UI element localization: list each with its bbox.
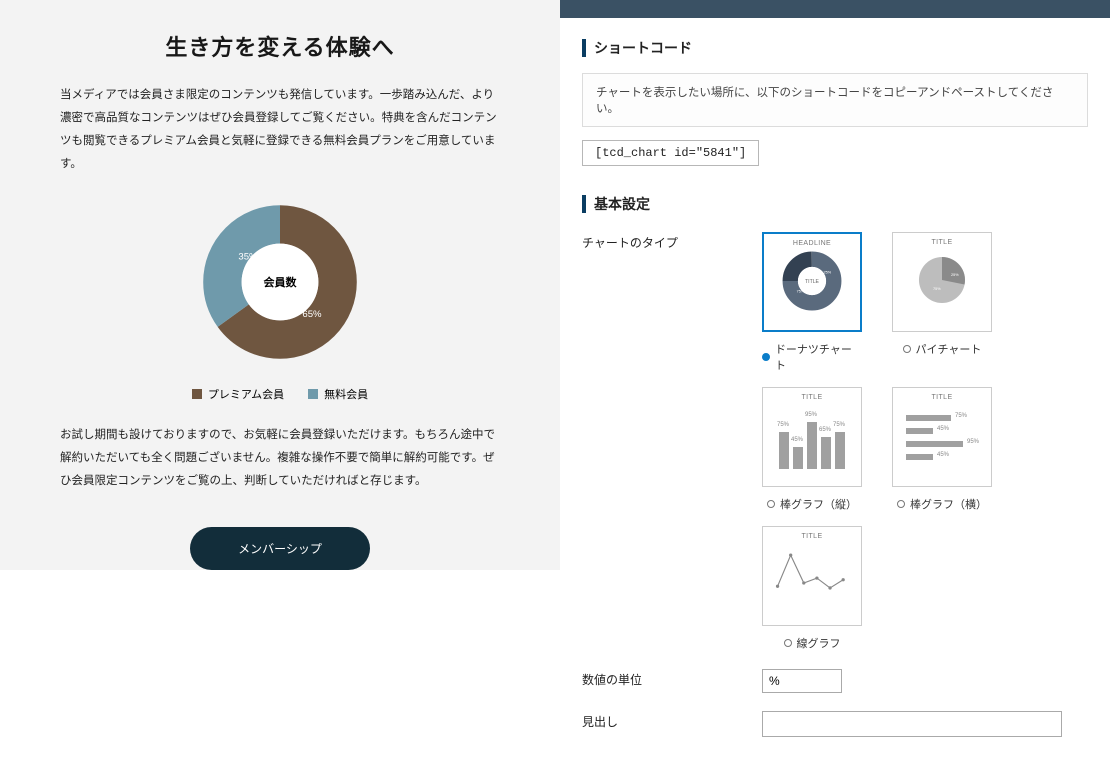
donut-chart: 65% 35% 会員数 プレミアム会員 無料会員 bbox=[60, 202, 500, 402]
legend-label: プレミアム会員 bbox=[208, 386, 284, 402]
chart-type-thumbnail[interactable]: HEADLINETITLE25%75% bbox=[762, 232, 862, 332]
unit-input[interactable] bbox=[762, 669, 842, 693]
unit-label: 数値の単位 bbox=[582, 669, 762, 693]
svg-text:25%: 25% bbox=[824, 270, 832, 274]
shortcode-value[interactable]: [tcd_chart id="5841"] bbox=[582, 140, 759, 166]
chart-legend: プレミアム会員 無料会員 bbox=[192, 386, 368, 402]
chart-type-label: チャートのタイプ bbox=[582, 232, 762, 651]
section-basic-title: 基本設定 bbox=[582, 194, 1088, 214]
chart-type-radio[interactable]: 線グラフ bbox=[784, 635, 841, 651]
intro-text-2: お試し期間も設けておりますので、お気軽に会員登録いただけます。もちろん途中で解約… bbox=[60, 424, 500, 493]
chart-type-thumbnail[interactable]: TITLE25%75% bbox=[892, 232, 992, 332]
heading-input[interactable] bbox=[762, 711, 1062, 737]
intro-text-1: 当メディアでは会員さま限定のコンテンツも発信しています。一歩踏み込んだ、より濃密… bbox=[60, 84, 500, 176]
chart-type-thumbnail[interactable]: TITLE75%45%95%45% bbox=[892, 387, 992, 487]
chart-type-thumbnail[interactable]: TITLE75%45%95%65%75% bbox=[762, 387, 862, 487]
chart-type-radio[interactable]: ドーナツチャート bbox=[762, 341, 862, 373]
shortcode-instructions: チャートを表示したい場所に、以下のショートコードをコピーアンドペーストしてくださ… bbox=[582, 73, 1088, 127]
chart-type-option[interactable]: TITLE75%45%95%45% 棒グラフ（横） bbox=[892, 387, 992, 512]
chart-type-picker: HEADLINETITLE25%75%ドーナツチャートTITLE25%75%パイ… bbox=[762, 232, 1088, 651]
legend-label: 無料会員 bbox=[324, 386, 368, 402]
legend-swatch bbox=[192, 389, 202, 399]
preview-panel: 生き方を変える体験へ 当メディアでは会員さま限定のコンテンツも発信しています。一… bbox=[0, 0, 560, 570]
svg-text:25%: 25% bbox=[951, 273, 959, 277]
chart-type-radio[interactable]: パイチャート bbox=[903, 341, 982, 357]
svg-text:75%: 75% bbox=[933, 287, 941, 291]
settings-panel: ショートコード チャートを表示したい場所に、以下のショートコードをコピーアンドペ… bbox=[560, 0, 1110, 570]
legend-item: プレミアム会員 bbox=[192, 386, 284, 402]
chart-type-option[interactable]: HEADLINETITLE25%75%ドーナツチャート bbox=[762, 232, 862, 373]
section-shortcode-title: ショートコード bbox=[582, 38, 1088, 58]
chart-type-option[interactable]: TITLE25%75%パイチャート bbox=[892, 232, 992, 373]
heading-label: 見出し bbox=[582, 711, 762, 737]
legend-swatch bbox=[308, 389, 318, 399]
chart-type-thumbnail[interactable]: TITLE bbox=[762, 526, 862, 626]
donut-center-label: 会員数 bbox=[200, 202, 360, 362]
legend-item: 無料会員 bbox=[308, 386, 368, 402]
chart-type-option[interactable]: TITLE 線グラフ bbox=[762, 526, 862, 651]
svg-text:TITLE: TITLE bbox=[805, 279, 820, 285]
chart-type-radio[interactable]: 棒グラフ（横） bbox=[897, 496, 987, 512]
chart-type-option[interactable]: TITLE75%45%95%65%75% 棒グラフ（縦） bbox=[762, 387, 862, 512]
chart-type-radio[interactable]: 棒グラフ（縦） bbox=[767, 496, 857, 512]
page-title: 生き方を変える体験へ bbox=[60, 30, 500, 62]
svg-text:75%: 75% bbox=[797, 290, 805, 294]
membership-button[interactable]: メンバーシップ bbox=[190, 527, 370, 570]
